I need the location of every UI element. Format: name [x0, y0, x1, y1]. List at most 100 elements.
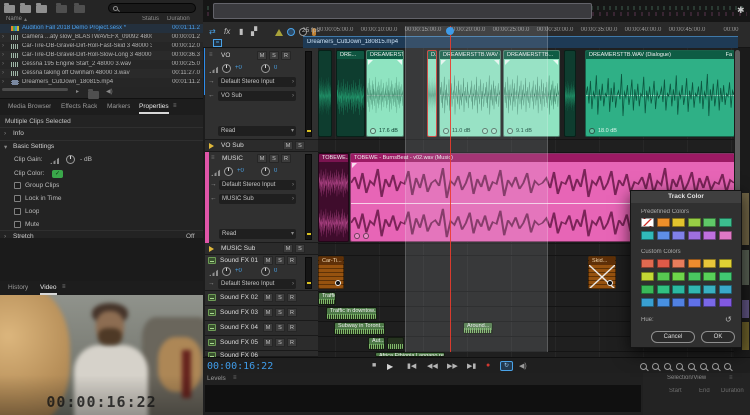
- fade-out-handle[interactable]: [553, 60, 558, 65]
- mute-button[interactable]: M: [257, 154, 267, 163]
- color-swatch[interactable]: [688, 298, 701, 307]
- track-header-music-sub[interactable]: MUSIC Sub M S: [205, 243, 318, 255]
- clip-gain-knob-icon[interactable]: [607, 280, 613, 286]
- clip-gain-knob-icon[interactable]: [335, 280, 341, 286]
- time-selection-tool-icon[interactable]: ▮: [239, 27, 243, 36]
- zoom-in-icon[interactable]: [640, 363, 647, 370]
- sfx-clip[interactable]: [387, 337, 404, 350]
- file-row[interactable]: › Cessna 195 Engine Start_2 48000 3.wav …: [0, 60, 203, 69]
- color-swatch[interactable]: [688, 259, 701, 268]
- navigator-viewport[interactable]: [213, 3, 592, 19]
- clip-fx-icon[interactable]: [363, 233, 369, 239]
- audio-clip[interactable]: [318, 50, 332, 137]
- track-header-music[interactable]: ≡ MUSIC M S R +0 0 → Default Stereo Inpu…: [205, 152, 318, 243]
- rewind-button[interactable]: ◀◀: [427, 362, 438, 370]
- clip-gain-knob[interactable]: [66, 155, 75, 164]
- color-swatch[interactable]: [688, 231, 701, 240]
- sfx-clip[interactable]: Aut...: [368, 337, 385, 350]
- expand-icon[interactable]: ›: [2, 61, 4, 67]
- sfx-clip-orange[interactable]: Car-Ti...: [318, 256, 344, 289]
- mute-button[interactable]: M: [263, 308, 273, 317]
- solo-button[interactable]: S: [295, 244, 305, 253]
- arm-record-button[interactable]: R: [287, 256, 297, 265]
- arm-record-button[interactable]: R: [287, 338, 297, 347]
- clip-gain-knob-icon[interactable]: [589, 128, 595, 134]
- info-expander-icon[interactable]: ›: [4, 130, 6, 137]
- import-file-icon[interactable]: [20, 5, 31, 13]
- color-swatch[interactable]: [657, 298, 670, 307]
- color-swatch[interactable]: [688, 218, 701, 227]
- mute-button[interactable]: M: [263, 256, 273, 265]
- new-item-icon[interactable]: [36, 5, 47, 13]
- panel-menu-icon[interactable]: ≡: [233, 375, 237, 381]
- audio-clip[interactable]: DRE...: [336, 50, 365, 137]
- color-swatch[interactable]: [641, 259, 654, 268]
- input-selector[interactable]: Default Stereo Input›: [218, 279, 296, 289]
- color-swatch[interactable]: [688, 285, 701, 294]
- gain-slider-icon[interactable]: [50, 157, 60, 164]
- color-swatch[interactable]: [672, 231, 685, 240]
- automation-mode-selector[interactable]: Read▾: [218, 126, 296, 136]
- zoom-in-time-icon[interactable]: [664, 363, 671, 370]
- music-clip[interactable]: TOBEWE...: [318, 153, 349, 242]
- color-swatch[interactable]: [719, 218, 732, 227]
- sfx-clip[interactable]: Traffic in downtow...: [326, 307, 377, 320]
- column-status[interactable]: Status: [142, 16, 159, 22]
- tab-properties[interactable]: Properties: [139, 103, 169, 114]
- file-row[interactable]: › Car-Tire-OB-Gravel-Dirt-Roll-Slow-Long…: [0, 51, 203, 60]
- track-name[interactable]: Sound FX 01: [220, 257, 258, 264]
- video-preview-panel[interactable]: 00:00:16:22: [0, 295, 203, 415]
- dialog-title[interactable]: Track Color: [631, 191, 741, 203]
- drag-handle-icon[interactable]: ≡: [211, 155, 215, 161]
- tab-video[interactable]: Video: [40, 284, 57, 295]
- color-swatch[interactable]: [657, 231, 670, 240]
- audio-clip-selected[interactable]: DREAMERSTTB.WAV ... 17.6 dB: [366, 50, 404, 137]
- zoom-full-icon[interactable]: [724, 363, 731, 370]
- snap-toggle-icon[interactable]: =: [213, 39, 222, 47]
- zoom-selection-icon[interactable]: [712, 363, 719, 370]
- track-name[interactable]: Sound FX 05: [220, 339, 258, 346]
- expand-icon[interactable]: ›: [2, 70, 4, 76]
- section-info[interactable]: Info: [13, 130, 24, 137]
- color-swatch[interactable]: [672, 218, 685, 227]
- move-tool-icon[interactable]: ⇄: [209, 27, 216, 36]
- mute-button[interactable]: M: [283, 244, 293, 253]
- playhead[interactable]: [450, 26, 451, 352]
- solo-button[interactable]: S: [275, 256, 285, 265]
- panel-menu-icon[interactable]: ≡: [173, 103, 177, 109]
- pan-knob[interactable]: [261, 64, 270, 73]
- lock-in-time-checkbox[interactable]: [14, 195, 21, 202]
- file-row[interactable]: › Cessna taking off Ownham 48000 3.wav 0…: [0, 69, 203, 78]
- color-swatch[interactable]: [719, 259, 732, 268]
- tab-effects-rack[interactable]: Effects Rack: [61, 103, 97, 110]
- clip-color-swatch[interactable]: ✓: [52, 170, 63, 178]
- color-swatch[interactable]: [641, 272, 654, 281]
- color-swatch[interactable]: [719, 272, 732, 281]
- solo-button[interactable]: S: [275, 308, 285, 317]
- fade-in-handle[interactable]: [368, 60, 373, 65]
- color-swatch[interactable]: [703, 298, 716, 307]
- expand-icon[interactable]: ›: [2, 79, 4, 85]
- mute-button[interactable]: M: [263, 293, 273, 302]
- track-header-fx4[interactable]: Sound FX 04 M S R: [205, 321, 318, 336]
- loop-playback-button[interactable]: ↻: [500, 361, 513, 371]
- arm-record-button[interactable]: R: [281, 51, 291, 60]
- expand-icon[interactable]: ›: [2, 52, 4, 58]
- color-swatch[interactable]: [657, 285, 670, 294]
- mute-button[interactable]: M: [257, 51, 267, 60]
- track-name[interactable]: Sound FX 04: [220, 324, 258, 331]
- skip-to-start-button[interactable]: ▮◀: [407, 362, 416, 370]
- cancel-button[interactable]: Cancel: [651, 331, 695, 343]
- solo-button[interactable]: S: [275, 323, 285, 332]
- track-name[interactable]: VO: [221, 52, 230, 59]
- section-basic-settings[interactable]: Basic Settings: [13, 143, 54, 150]
- arm-record-button[interactable]: R: [287, 308, 297, 317]
- zoom-in-amplitude-icon[interactable]: [688, 363, 695, 370]
- solo-button[interactable]: S: [275, 293, 285, 302]
- track-color-strip[interactable]: [205, 152, 209, 243]
- color-swatch[interactable]: [719, 231, 732, 240]
- pan-knob[interactable]: [261, 167, 270, 176]
- track-name[interactable]: VO Sub: [221, 142, 244, 149]
- monitor-audio-icon[interactable]: ◀): [519, 362, 527, 370]
- play-button[interactable]: ▶: [387, 362, 393, 371]
